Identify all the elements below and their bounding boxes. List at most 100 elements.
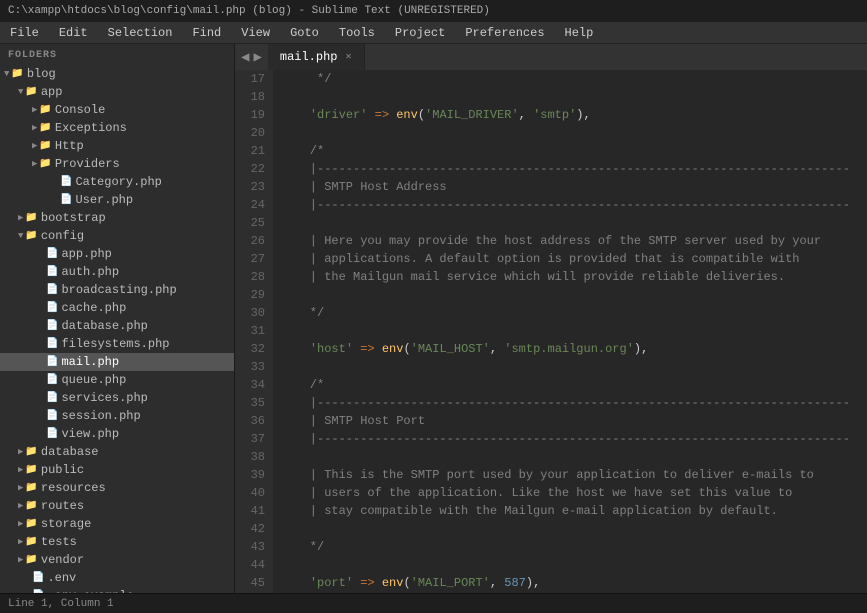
menu-preferences[interactable]: Preferences xyxy=(455,22,554,43)
sidebar-item-Console[interactable]: ▶ 📁 Console xyxy=(0,101,234,119)
sidebar-item-auth_php[interactable]: 📄 auth.php xyxy=(0,263,234,281)
folder-arrow: ▶ xyxy=(18,483,23,493)
folder-arrow: ▶ xyxy=(18,555,23,565)
sidebar-item-config[interactable]: ▼ 📁 config xyxy=(0,227,234,245)
folder-arrow: ▶ xyxy=(32,123,37,133)
folder-icon: 📁 xyxy=(25,482,37,494)
sidebar-item-cache_php[interactable]: 📄 cache.php xyxy=(0,299,234,317)
line-numbers: 1718192021222324252627282930313233343536… xyxy=(235,70,273,593)
sidebar-item-label: storage xyxy=(41,517,91,531)
sidebar-item-label: routes xyxy=(41,499,84,513)
sidebar-item-app[interactable]: ▼ 📁 app xyxy=(0,83,234,101)
menu-selection[interactable]: Selection xyxy=(98,22,183,43)
sidebar-item-mail_php[interactable]: 📄 mail.php xyxy=(0,353,234,371)
folder-icon: 📁 xyxy=(25,464,37,476)
folder-icon: 📁 xyxy=(25,212,37,224)
sidebar-item-blog[interactable]: ▼ 📁 blog xyxy=(0,65,234,83)
menu-goto[interactable]: Goto xyxy=(280,22,329,43)
menu-view[interactable]: View xyxy=(231,22,280,43)
sidebar-item-label: Exceptions xyxy=(55,121,127,135)
sidebar-item-label: vendor xyxy=(41,553,84,567)
sidebar-item-label: blog xyxy=(27,67,56,81)
sidebar-item-storage[interactable]: ▶ 📁 storage xyxy=(0,515,234,533)
folder-icon: 📁 xyxy=(39,140,51,152)
sidebar-item-database[interactable]: ▶ 📁 database xyxy=(0,443,234,461)
sidebar-item-tests[interactable]: ▶ 📁 tests xyxy=(0,533,234,551)
sidebar-item-database_php[interactable]: 📄 database.php xyxy=(0,317,234,335)
folder-arrow: ▶ xyxy=(32,141,37,151)
file-icon: 📄 xyxy=(46,338,58,350)
sidebar-item-label: Console xyxy=(55,103,105,117)
folder-arrow: ▶ xyxy=(32,159,37,169)
file-icon: 📄 xyxy=(46,392,58,404)
sidebar-item-label: services.php xyxy=(61,391,147,405)
sidebar-item-app_php[interactable]: 📄 app.php xyxy=(0,245,234,263)
folder-icon: 📁 xyxy=(25,536,37,548)
title-text: C:\xampp\htdocs\blog\config\mail.php (bl… xyxy=(8,5,490,17)
sidebar-item-Providers[interactable]: ▶ 📁 Providers xyxy=(0,155,234,173)
menu-file[interactable]: File xyxy=(0,22,49,43)
folder-icon: 📁 xyxy=(39,104,51,116)
sidebar-item-label: User.php xyxy=(75,193,133,207)
sidebar-item-label: database.php xyxy=(61,319,147,333)
file-icon: 📄 xyxy=(46,428,58,440)
sidebar-item-bootstrap[interactable]: ▶ 📁 bootstrap xyxy=(0,209,234,227)
sidebar-item-queue_php[interactable]: 📄 queue.php xyxy=(0,371,234,389)
menu-edit[interactable]: Edit xyxy=(49,22,98,43)
file-icon: 📄 xyxy=(46,266,58,278)
sidebar-item-label: session.php xyxy=(61,409,140,423)
file-icon: 📄 xyxy=(46,248,58,260)
sidebar-item-Category_php[interactable]: 📄 Category.php xyxy=(0,173,234,191)
file-icon: 📄 xyxy=(46,374,58,386)
sidebar-item-Exceptions[interactable]: ▶ 📁 Exceptions xyxy=(0,119,234,137)
sidebar-item-label: broadcasting.php xyxy=(61,283,176,297)
sidebar-item-label: auth.php xyxy=(61,265,119,279)
menu-find[interactable]: Find xyxy=(182,22,231,43)
sidebar-item-label: mail.php xyxy=(61,355,119,369)
folder-arrow: ▶ xyxy=(18,537,23,547)
folder-arrow: ▼ xyxy=(18,87,23,97)
nav-back[interactable]: ◀ xyxy=(241,49,249,66)
sidebar-item-label: public xyxy=(41,463,84,477)
folder-arrow: ▶ xyxy=(18,447,23,457)
menu-help[interactable]: Help xyxy=(555,22,604,43)
sidebar-item-_env[interactable]: 📄 .env xyxy=(0,569,234,587)
folder-icon: 📁 xyxy=(39,122,51,134)
menu-tools[interactable]: Tools xyxy=(329,22,385,43)
sidebar-item-label: Category.php xyxy=(75,175,161,189)
status-text: Line 1, Column 1 xyxy=(8,598,114,610)
sidebar-item-routes[interactable]: ▶ 📁 routes xyxy=(0,497,234,515)
editor[interactable]: 1718192021222324252627282930313233343536… xyxy=(235,70,867,593)
nav-forward[interactable]: ▶ xyxy=(253,49,261,66)
tab-close[interactable]: ✕ xyxy=(345,51,351,63)
sidebar-item-Http[interactable]: ▶ 📁 Http xyxy=(0,137,234,155)
folder-arrow: ▶ xyxy=(18,501,23,511)
file-icon: 📄 xyxy=(60,176,72,188)
folder-arrow: ▶ xyxy=(18,519,23,529)
sidebar-item-label: .env xyxy=(47,571,76,585)
sidebar-item-filesystems_php[interactable]: 📄 filesystems.php xyxy=(0,335,234,353)
sidebar-item-label: Providers xyxy=(55,157,120,171)
file-icon: 📄 xyxy=(46,302,58,314)
tab-mail-php[interactable]: mail.php ✕ xyxy=(268,44,365,70)
sidebar-item-label: bootstrap xyxy=(41,211,106,225)
folder-icon: 📁 xyxy=(39,158,51,170)
menu-project[interactable]: Project xyxy=(385,22,455,43)
sidebar-item-vendor[interactable]: ▶ 📁 vendor xyxy=(0,551,234,569)
sidebar-item-label: view.php xyxy=(61,427,119,441)
sidebar-item-label: cache.php xyxy=(61,301,126,315)
file-icon: 📄 xyxy=(46,356,58,368)
folder-icon: 📁 xyxy=(25,230,37,242)
sidebar-item-view_php[interactable]: 📄 view.php xyxy=(0,425,234,443)
folder-arrow: ▼ xyxy=(4,69,9,79)
main-layout: FOLDERS ▼ 📁 blog▼ 📁 app▶ 📁 Console▶ 📁 Ex… xyxy=(0,44,867,593)
status-bar: Line 1, Column 1 xyxy=(0,593,867,613)
sidebar-item-services_php[interactable]: 📄 services.php xyxy=(0,389,234,407)
folder-arrow: ▼ xyxy=(18,231,23,241)
sidebar-item-User_php[interactable]: 📄 User.php xyxy=(0,191,234,209)
code-content[interactable]: */ 'driver' => env('MAIL_DRIVER', 'smtp'… xyxy=(273,70,867,593)
sidebar-item-resources[interactable]: ▶ 📁 resources xyxy=(0,479,234,497)
sidebar-item-public[interactable]: ▶ 📁 public xyxy=(0,461,234,479)
sidebar-item-broadcasting_php[interactable]: 📄 broadcasting.php xyxy=(0,281,234,299)
sidebar-item-session_php[interactable]: 📄 session.php xyxy=(0,407,234,425)
